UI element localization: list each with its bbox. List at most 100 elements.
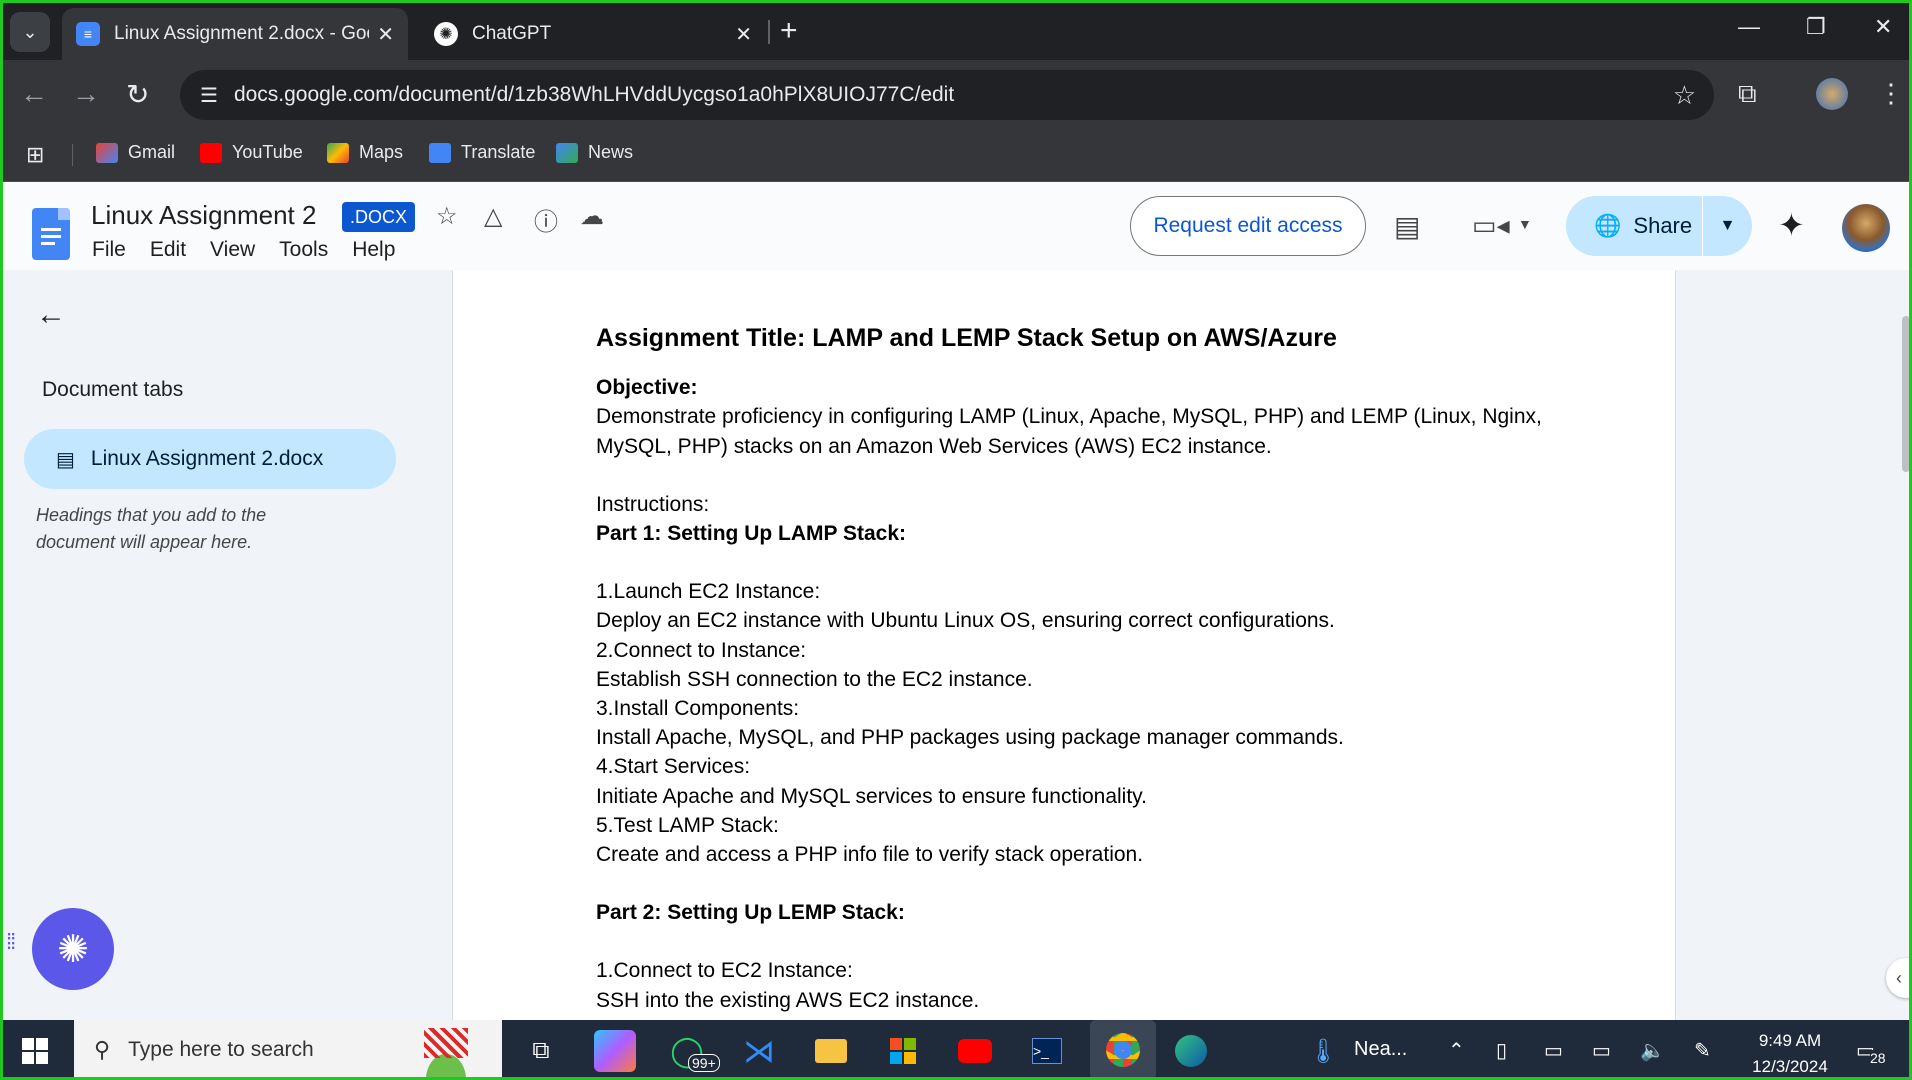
menu-help[interactable]: Help xyxy=(352,238,395,262)
pen-icon[interactable]: ✎ xyxy=(1694,1038,1711,1063)
bookmark-translate[interactable]: Translate xyxy=(429,142,535,163)
site-settings-icon[interactable]: ☰ xyxy=(200,83,218,108)
document-tab-item[interactable]: ▤ Linux Assignment 2.docx xyxy=(24,429,396,489)
browser-tab-chatgpt[interactable]: ✺ ChatGPT ✕ xyxy=(420,8,766,60)
taskbar-search[interactable]: ⚲ Type here to search xyxy=(74,1020,502,1080)
tab-divider xyxy=(768,20,770,44)
whatsapp-icon[interactable]: ◯ 99+ xyxy=(666,1030,720,1072)
step-detail: Initiate Apache and MySQL services to en… xyxy=(596,784,1147,808)
show-hidden-icons-icon[interactable]: ⌃ xyxy=(1448,1038,1465,1063)
device-icon[interactable]: ▯ xyxy=(1496,1038,1507,1063)
chevron-down-icon: ⌄ xyxy=(22,21,38,42)
document-body: Assignment Title: LAMP and LEMP Stack Se… xyxy=(596,324,1556,1015)
part1-heading: Part 1: Setting Up LAMP Stack: xyxy=(596,522,906,546)
share-dropdown-icon[interactable]: ▼ xyxy=(1703,217,1752,235)
page-scrollbar[interactable] xyxy=(1902,316,1910,472)
share-label: Share xyxy=(1633,213,1693,238)
apps-grid-icon[interactable]: ⊞ xyxy=(26,142,44,168)
menu-file[interactable]: File xyxy=(92,238,126,262)
weather-label[interactable]: Nea... xyxy=(1354,1038,1407,1061)
back-arrow-icon[interactable]: ← xyxy=(36,298,66,332)
comments-icon[interactable]: ▤ xyxy=(1394,210,1420,243)
vscode-icon[interactable]: ⋊ xyxy=(738,1030,780,1072)
bookmark-news[interactable]: News xyxy=(556,142,633,163)
tab-strip: ⌄ ≡ Linux Assignment 2.docx - Goo ✕ ✺ Ch… xyxy=(0,0,1912,60)
bookmark-label: News xyxy=(588,142,634,162)
restore-icon[interactable]: ❐ xyxy=(1806,14,1826,40)
close-tab-icon[interactable]: ✕ xyxy=(377,22,394,47)
menu-bar: File Edit View Tools Help xyxy=(92,238,419,262)
extensions-icon[interactable]: ⧉ xyxy=(1738,78,1757,110)
copilot-icon[interactable] xyxy=(594,1030,636,1072)
document-page[interactable]: Assignment Title: LAMP and LEMP Stack Se… xyxy=(452,270,1676,1020)
tab-search-button[interactable]: ⌄ xyxy=(10,12,50,52)
menu-edit[interactable]: Edit xyxy=(150,238,186,262)
step-title: 1.Launch EC2 Instance: xyxy=(596,580,821,604)
bookmark-gmail[interactable]: Gmail xyxy=(96,142,175,163)
whatsapp-badge: 99+ xyxy=(688,1054,720,1072)
share-button[interactable]: 🌐 Share ▼ xyxy=(1566,196,1752,256)
bookmark-label: Translate xyxy=(461,142,536,162)
drag-handle-icon[interactable]: ⁞⁞ xyxy=(6,931,16,953)
file-explorer-icon[interactable] xyxy=(810,1030,852,1072)
tab-title: ChatGPT xyxy=(472,23,552,44)
network-icon[interactable]: ▭ xyxy=(1544,1038,1563,1063)
edge-icon[interactable] xyxy=(1170,1030,1212,1072)
reload-icon[interactable]: ↻ xyxy=(126,78,149,111)
back-icon[interactable]: ← xyxy=(20,78,48,110)
youtube-icon xyxy=(200,142,222,163)
chrome-taskbar-icon[interactable] xyxy=(1090,1020,1156,1080)
cloud-status-icon[interactable]: ☁ xyxy=(580,202,604,231)
clock[interactable]: 9:49 AM 12/3/2024 xyxy=(1740,1028,1840,1080)
profile-avatar[interactable] xyxy=(1816,78,1848,110)
notification-center-icon[interactable]: ▭ 28 xyxy=(1856,1038,1886,1066)
microsoft-store-icon[interactable] xyxy=(882,1030,924,1072)
info-icon[interactable]: ⓘ xyxy=(534,202,558,237)
step-title: 1.Connect to EC2 Instance: xyxy=(596,959,853,983)
meet-camera-icon[interactable]: ▭◂ xyxy=(1472,210,1510,241)
step-title: 3.Install Components: xyxy=(596,697,800,721)
step-detail: Create and access a PHP info file to ver… xyxy=(596,843,1144,867)
meet-dropdown-icon[interactable]: ▼ xyxy=(1518,216,1532,232)
part2-heading: Part 2: Setting Up LEMP Stack: xyxy=(596,901,905,925)
docs-logo-icon[interactable] xyxy=(32,208,70,260)
objective-text: Demonstrate proficiency in configuring L… xyxy=(596,405,1542,458)
document-tabs-heading: Document tabs xyxy=(42,378,184,401)
gemini-sparkle-icon[interactable]: ✦ xyxy=(1778,206,1805,244)
browser-tab-docs[interactable]: ≡ Linux Assignment 2.docx - Goo ✕ xyxy=(62,8,408,60)
weather-thermometer-icon[interactable]: 🌡 xyxy=(1302,1030,1344,1072)
document-title[interactable]: Linux Assignment 2 xyxy=(91,200,316,231)
bookmark-maps[interactable]: Maps xyxy=(327,142,403,163)
step-detail: Install Apache, MySQL, and PHP packages … xyxy=(596,726,1344,750)
request-edit-access-button[interactable]: Request edit access xyxy=(1130,196,1366,256)
windows-start-icon[interactable] xyxy=(22,1038,48,1064)
star-icon[interactable]: ☆ xyxy=(436,202,458,231)
step-title: 5.Test LAMP Stack: xyxy=(596,813,779,837)
assistant-widget-icon[interactable]: ✺ xyxy=(32,908,114,990)
maps-icon xyxy=(327,142,349,163)
new-tab-icon[interactable]: + xyxy=(780,14,798,48)
address-bar[interactable]: ☰ docs.google.com/document/d/1zb38WhLHVd… xyxy=(180,70,1714,120)
terminal-icon[interactable]: >_ xyxy=(1026,1030,1068,1072)
account-avatar[interactable] xyxy=(1842,204,1890,252)
close-window-icon[interactable]: ✕ xyxy=(1874,14,1892,40)
menu-tools[interactable]: Tools xyxy=(279,238,328,262)
close-tab-icon[interactable]: ✕ xyxy=(735,22,752,47)
bookmark-label: Maps xyxy=(359,142,404,162)
volume-icon[interactable]: 🔈 xyxy=(1640,1038,1665,1063)
bookmark-star-icon[interactable]: ☆ xyxy=(1673,80,1696,111)
task-view-icon[interactable]: ⧉ xyxy=(520,1030,562,1072)
battery-icon[interactable]: ▭ xyxy=(1592,1038,1611,1063)
forward-icon[interactable]: → xyxy=(72,78,100,110)
news-icon xyxy=(556,142,578,163)
search-placeholder: Type here to search xyxy=(128,1038,314,1061)
minimize-icon[interactable]: — xyxy=(1738,14,1760,40)
clock-date: 12/3/2024 xyxy=(1752,1057,1828,1076)
menu-view[interactable]: View xyxy=(210,238,255,262)
clock-time: 9:49 AM xyxy=(1758,1031,1822,1050)
youtube-app-icon[interactable] xyxy=(954,1030,996,1072)
more-menu-icon[interactable]: ⋮ xyxy=(1878,78,1904,109)
bookmark-youtube[interactable]: YouTube xyxy=(200,142,303,163)
docx-badge: .DOCX xyxy=(342,202,416,232)
move-to-drive-icon[interactable]: △ xyxy=(484,202,502,231)
